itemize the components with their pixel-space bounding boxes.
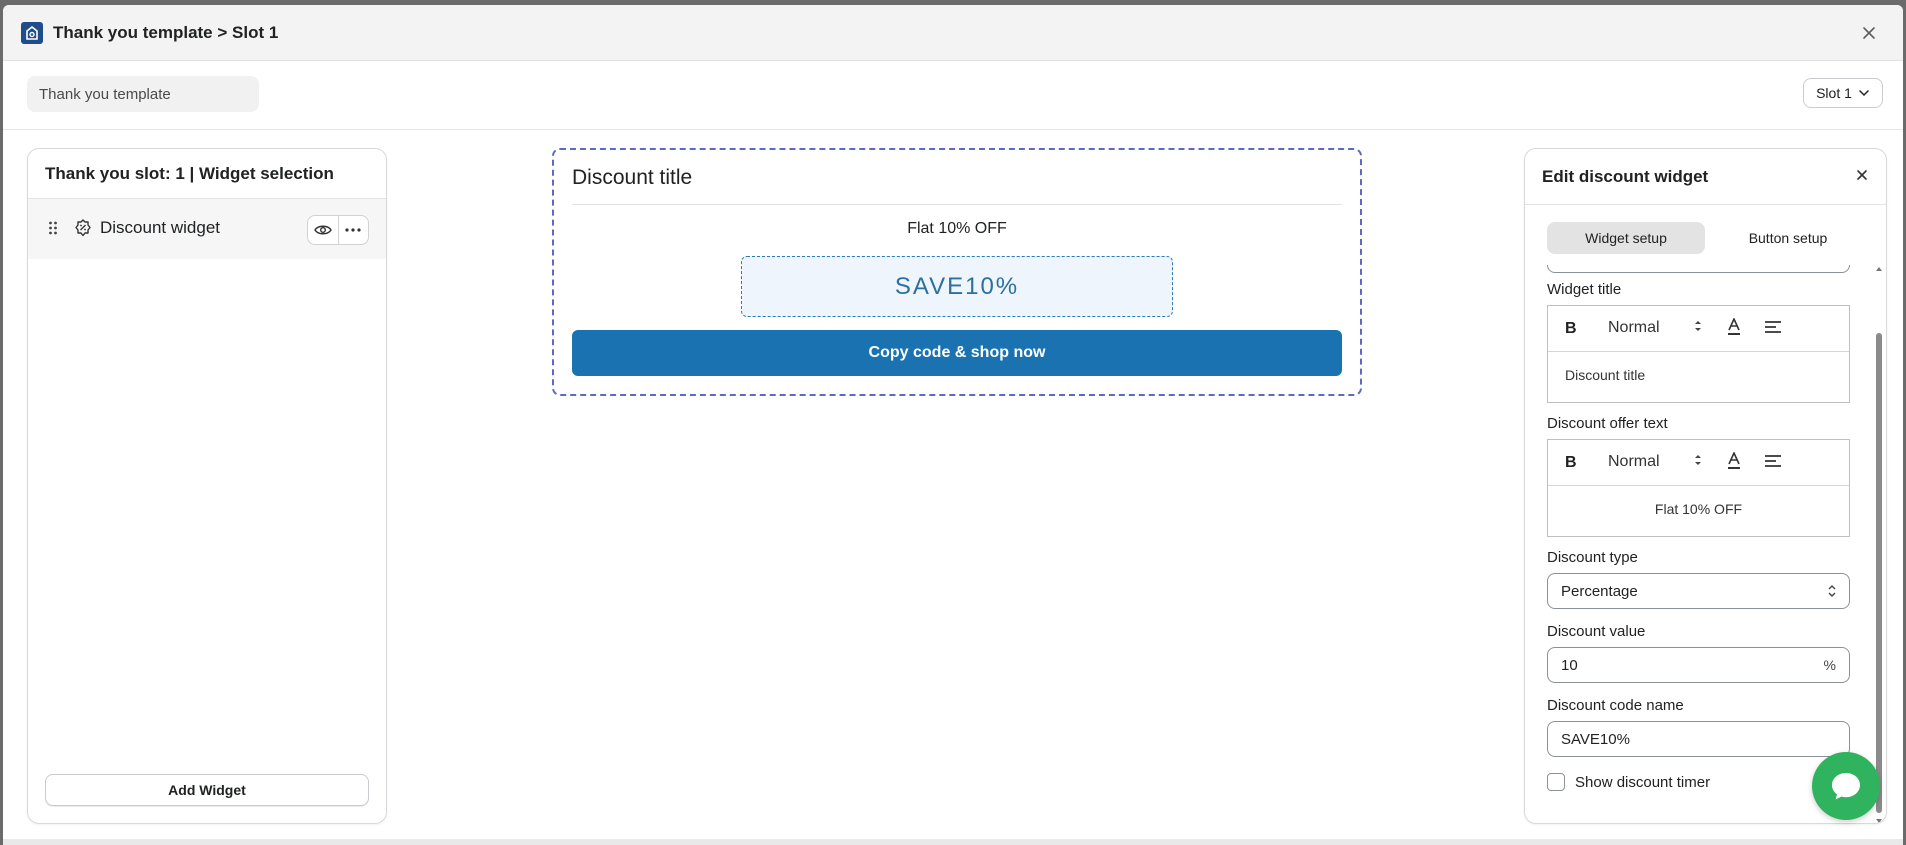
window-title: Thank you template > Slot 1 — [53, 23, 279, 42]
close-window-icon[interactable] — [1857, 21, 1881, 45]
discount-value-label: Discount value — [1547, 623, 1646, 640]
chat-bubble-icon — [1832, 773, 1860, 800]
discount-type-value: Percentage — [1561, 582, 1638, 600]
form-scrollbar[interactable] — [1875, 265, 1883, 824]
rte-toolbar: B Normal — [1548, 306, 1849, 352]
discount-widget-preview[interactable]: Discount title Flat 10% OFF SAVE10% Copy… — [552, 148, 1362, 396]
slot-select[interactable]: Slot 1 — [1803, 78, 1883, 108]
drag-handle-icon[interactable] — [48, 221, 58, 235]
align-left-icon[interactable] — [1764, 320, 1782, 334]
scrolled-field — [1547, 265, 1850, 273]
widget-list-item-label: Discount widget — [100, 218, 221, 237]
discount-badge-icon — [75, 219, 91, 237]
offer-text-input[interactable]: Flat 10% OFF — [1548, 486, 1849, 532]
scroll-up-arrow-icon[interactable] — [1875, 265, 1883, 273]
top-toolbar: Slot 1 — [3, 61, 1903, 130]
text-color-icon[interactable] — [1726, 452, 1742, 470]
text-color-icon[interactable] — [1726, 318, 1742, 336]
offer-text-label: Discount offer text — [1547, 415, 1668, 432]
updown-arrows-icon[interactable] — [1694, 319, 1702, 333]
eye-icon — [313, 225, 332, 235]
bold-button[interactable]: B — [1565, 454, 1577, 472]
preview-offer-text: Flat 10% OFF — [907, 220, 1007, 237]
edit-tabs: Widget setup Button setup — [1547, 222, 1867, 254]
discount-timer-row: Show discount timer — [1547, 773, 1710, 791]
toggle-visibility-button[interactable] — [308, 216, 338, 244]
widget-list-item[interactable]: Discount widget — [28, 199, 386, 259]
widget-selection-header: Thank you slot: 1 | Widget selection — [28, 149, 386, 199]
discount-code-text: SAVE10% — [1561, 730, 1630, 748]
discount-code-label: Discount code name — [1547, 697, 1684, 714]
template-name-input[interactable] — [27, 76, 259, 112]
updown-arrows-icon[interactable] — [1694, 453, 1702, 467]
preview-discount-code: SAVE10% — [741, 256, 1173, 317]
discount-timer-label: Show discount timer — [1575, 773, 1711, 791]
close-panel-icon[interactable] — [1856, 169, 1868, 181]
widget-title-editor: B Normal Discount title — [1547, 305, 1850, 403]
discount-value-text: 10 — [1561, 656, 1578, 674]
title-bar: Thank you template > Slot 1 — [3, 5, 1903, 61]
chat-launcher-button[interactable] — [1812, 752, 1880, 820]
chevron-down-icon — [1859, 90, 1869, 97]
align-left-icon[interactable] — [1764, 454, 1782, 468]
scroll-down-arrow-icon[interactable] — [1875, 817, 1883, 824]
app-logo-icon — [21, 22, 43, 44]
widget-title-label: Widget title — [1547, 281, 1622, 298]
slot-select-label: Slot 1 — [1816, 85, 1852, 101]
more-actions-button[interactable] — [337, 216, 369, 244]
font-size-select[interactable]: Normal — [1608, 453, 1660, 471]
offer-text-editor: B Normal Flat 10% OFF — [1547, 439, 1850, 537]
copy-code-shop-button[interactable]: Copy code & shop now — [572, 330, 1342, 376]
edit-widget-panel: Edit discount widget Widget setup Button… — [1524, 148, 1887, 824]
discount-value-input[interactable]: 10 % — [1547, 647, 1850, 683]
preview-divider — [572, 204, 1342, 205]
tab-widget-setup[interactable]: Widget setup — [1547, 222, 1705, 254]
discount-type-select[interactable]: Percentage — [1547, 573, 1850, 609]
font-size-select[interactable]: Normal — [1608, 319, 1660, 337]
select-chevrons-icon — [1828, 585, 1836, 597]
widget-setup-form: Widget title B Normal Discount title Dis… — [1525, 265, 1870, 823]
bottom-strip — [3, 839, 1903, 845]
app-window: Thank you template > Slot 1 Slot 1 Thank… — [3, 5, 1903, 845]
percent-suffix: % — [1823, 657, 1836, 673]
discount-type-label: Discount type — [1547, 549, 1638, 566]
widget-row-actions — [307, 215, 369, 245]
tab-button-setup[interactable]: Button setup — [1709, 222, 1867, 254]
add-widget-button[interactable]: Add Widget — [45, 774, 369, 806]
edit-widget-header: Edit discount widget — [1525, 149, 1886, 205]
discount-code-input[interactable]: SAVE10% — [1547, 721, 1850, 757]
more-horizontal-icon — [345, 228, 361, 232]
widget-selection-panel: Thank you slot: 1 | Widget selection Dis… — [27, 148, 387, 824]
bold-button[interactable]: B — [1565, 320, 1577, 338]
discount-timer-checkbox[interactable] — [1547, 773, 1565, 791]
scroll-thumb[interactable] — [1876, 333, 1882, 813]
edit-widget-title: Edit discount widget — [1542, 167, 1709, 186]
rte-toolbar: B Normal — [1548, 440, 1849, 486]
widget-title-input[interactable]: Discount title — [1548, 352, 1849, 398]
preview-title: Discount title — [572, 166, 693, 189]
main-content: Thank you slot: 1 | Widget selection Dis… — [3, 130, 1903, 845]
